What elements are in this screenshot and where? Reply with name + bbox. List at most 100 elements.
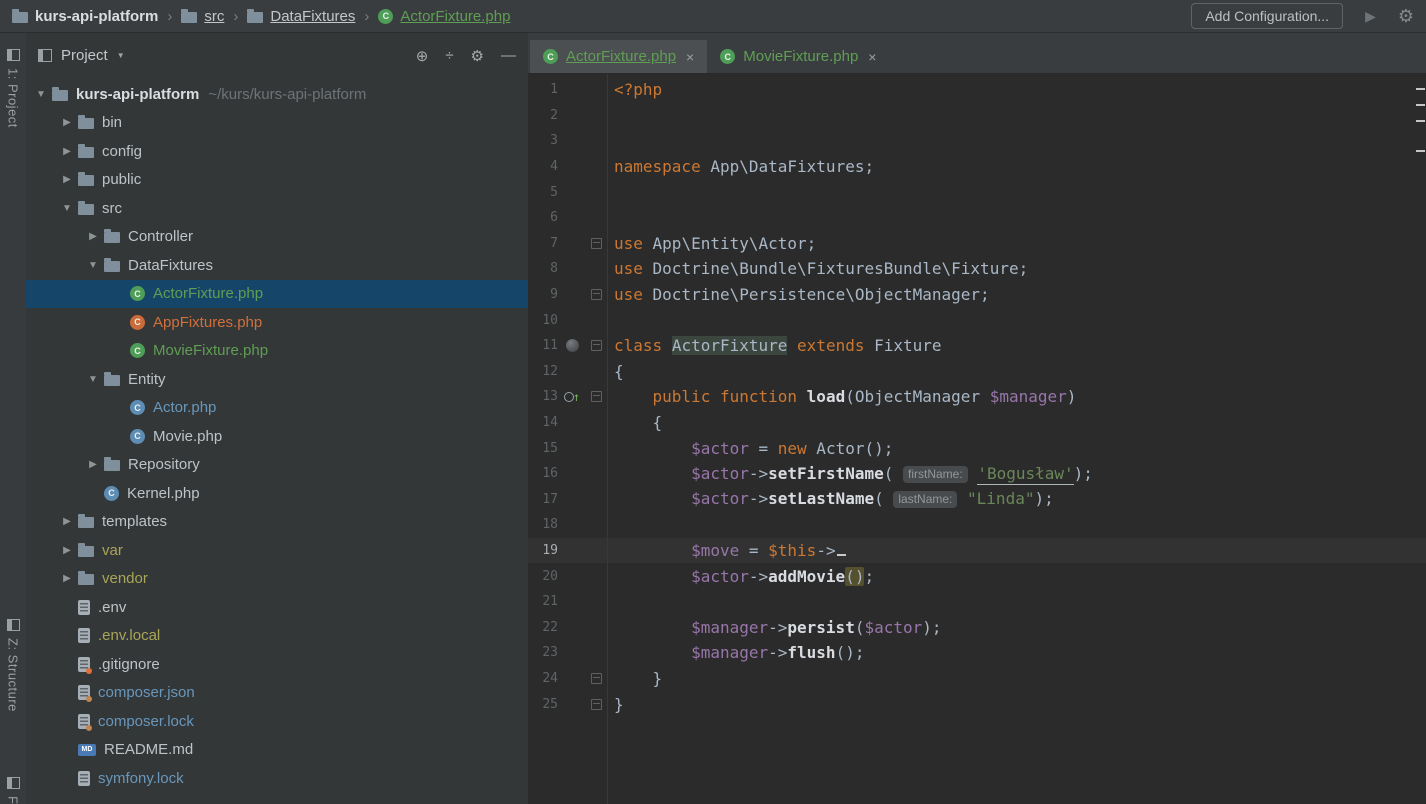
- tree-item[interactable]: ▶vendor: [26, 565, 528, 594]
- panel-settings-icon[interactable]: ⚙: [471, 47, 484, 65]
- expand-arrow[interactable]: ▶: [82, 459, 104, 470]
- tree-item[interactable]: ▶templates: [26, 508, 528, 537]
- class-gutter-icon[interactable]: [565, 338, 580, 353]
- breadcrumb-item[interactable]: CActorFixture.php: [378, 8, 510, 25]
- line-number[interactable]: 5: [528, 185, 558, 200]
- line-number[interactable]: 24: [528, 671, 558, 686]
- chevron-down-icon[interactable]: ▼: [117, 51, 125, 60]
- line-number[interactable]: 15: [528, 441, 558, 456]
- line-number[interactable]: 9: [528, 287, 558, 302]
- favorites-toolwindow-button[interactable]: Favorites: [0, 777, 26, 804]
- line-number[interactable]: 12: [528, 364, 558, 379]
- code-line[interactable]: 5: [528, 179, 1426, 205]
- breadcrumb-item[interactable]: kurs-api-platform: [12, 8, 158, 25]
- fold-marker-icon[interactable]: [591, 238, 602, 249]
- line-number[interactable]: 11: [528, 338, 558, 353]
- tree-item[interactable]: ▶public: [26, 166, 528, 195]
- tree-item[interactable]: CAppFixtures.php: [26, 308, 528, 337]
- line-number[interactable]: 10: [528, 313, 558, 328]
- code-line[interactable]: 20 $actor->addMovie();: [528, 563, 1426, 589]
- close-icon[interactable]: ×: [868, 49, 876, 65]
- line-number[interactable]: 8: [528, 261, 558, 276]
- tree-item[interactable]: CActor.php: [26, 394, 528, 423]
- line-number[interactable]: 1: [528, 82, 558, 97]
- expand-arrow[interactable]: ▶: [56, 573, 78, 584]
- expand-arrow[interactable]: ▶: [82, 231, 104, 242]
- line-number[interactable]: 2: [528, 108, 558, 123]
- tree-item[interactable]: ▼kurs-api-platform~/kurs/kurs-api-platfo…: [26, 80, 528, 109]
- hide-panel-icon[interactable]: —: [501, 47, 516, 65]
- tree-item[interactable]: ▼src: [26, 194, 528, 223]
- panel-title[interactable]: Project: [61, 47, 108, 64]
- fold-marker-icon[interactable]: [591, 391, 602, 402]
- expand-arrow[interactable]: ▼: [56, 203, 78, 214]
- expand-arrow[interactable]: ▶: [56, 117, 78, 128]
- line-number[interactable]: 6: [528, 210, 558, 225]
- breadcrumb-item[interactable]: src: [181, 8, 224, 25]
- tree-item[interactable]: composer.json: [26, 679, 528, 708]
- line-number[interactable]: 23: [528, 645, 558, 660]
- code-line[interactable]: 16 $actor->setFirstName( firstName: 'Bog…: [528, 461, 1426, 487]
- code-line[interactable]: 23 $manager->flush();: [528, 640, 1426, 666]
- tree-item[interactable]: ▶Repository: [26, 451, 528, 480]
- line-number[interactable]: 20: [528, 569, 558, 584]
- override-gutter-icon[interactable]: ↑: [564, 391, 580, 403]
- add-configuration-button[interactable]: Add Configuration...: [1191, 3, 1343, 29]
- project-toolwindow-button[interactable]: 1: Project: [0, 49, 26, 128]
- expand-arrow[interactable]: ▶: [56, 545, 78, 556]
- tree-item[interactable]: ▶config: [26, 137, 528, 166]
- tree-item[interactable]: CKernel.php: [26, 479, 528, 508]
- line-number[interactable]: 3: [528, 133, 558, 148]
- code-line[interactable]: 21: [528, 589, 1426, 615]
- code-line[interactable]: 9use Doctrine\Persistence\ObjectManager;: [528, 282, 1426, 308]
- line-number[interactable]: 22: [528, 620, 558, 635]
- line-number[interactable]: 25: [528, 697, 558, 712]
- tree-item[interactable]: ▶Controller: [26, 223, 528, 252]
- fold-marker-icon[interactable]: [591, 340, 602, 351]
- close-icon[interactable]: ×: [686, 49, 694, 65]
- code-line[interactable]: 3: [528, 128, 1426, 154]
- line-number[interactable]: 13: [528, 389, 558, 404]
- line-number[interactable]: 17: [528, 492, 558, 507]
- fold-marker-icon[interactable]: [591, 699, 602, 710]
- code-line[interactable]: 24 }: [528, 666, 1426, 692]
- code-line[interactable]: 19 $move = $this->: [528, 538, 1426, 564]
- expand-arrow[interactable]: ▶: [56, 516, 78, 527]
- line-number[interactable]: 4: [528, 159, 558, 174]
- expand-arrow[interactable]: ▼: [82, 260, 104, 271]
- code-line[interactable]: 15 $actor = new Actor();: [528, 435, 1426, 461]
- tree-item[interactable]: CMovie.php: [26, 422, 528, 451]
- code-line[interactable]: 25}: [528, 691, 1426, 717]
- code-line[interactable]: 18: [528, 512, 1426, 538]
- tree-item[interactable]: composer.lock: [26, 707, 528, 736]
- editor-tab[interactable]: CActorFixture.php×: [530, 40, 707, 73]
- code-line[interactable]: 2: [528, 103, 1426, 129]
- code-line[interactable]: 4namespace App\DataFixtures;: [528, 154, 1426, 180]
- expand-arrow[interactable]: ▼: [30, 89, 52, 100]
- code-line[interactable]: 17 $actor->setLastName( lastName: "Linda…: [528, 487, 1426, 513]
- code-editor[interactable]: 1<?php234namespace App\DataFixtures;567u…: [528, 74, 1426, 804]
- locate-file-icon[interactable]: ⊕: [416, 47, 429, 65]
- tree-item[interactable]: ▶bin: [26, 109, 528, 138]
- code-line[interactable]: 10: [528, 307, 1426, 333]
- structure-toolwindow-button[interactable]: Z: Structure: [0, 619, 26, 712]
- code-line[interactable]: 1<?php: [528, 77, 1426, 103]
- tree-item[interactable]: .env.local: [26, 622, 528, 651]
- line-number[interactable]: 14: [528, 415, 558, 430]
- code-line[interactable]: 12{: [528, 359, 1426, 385]
- tree-item[interactable]: ▼Entity: [26, 365, 528, 394]
- run-icon[interactable]: ▶: [1365, 8, 1376, 25]
- code-line[interactable]: 7use App\Entity\Actor;: [528, 231, 1426, 257]
- tree-item[interactable]: CMovieFixture.php: [26, 337, 528, 366]
- code-line[interactable]: 22 $manager->persist($actor);: [528, 614, 1426, 640]
- code-line[interactable]: 8use Doctrine\Bundle\FixturesBundle\Fixt…: [528, 256, 1426, 282]
- tree-item[interactable]: .env: [26, 593, 528, 622]
- line-number[interactable]: 16: [528, 466, 558, 481]
- line-number[interactable]: 19: [528, 543, 558, 558]
- editor-tab[interactable]: CMovieFixture.php×: [707, 40, 889, 73]
- tree-item[interactable]: ▼DataFixtures: [26, 251, 528, 280]
- line-number[interactable]: 21: [528, 594, 558, 609]
- tree-item[interactable]: symfony.lock: [26, 764, 528, 793]
- line-number[interactable]: 7: [528, 236, 558, 251]
- breadcrumb-item[interactable]: DataFixtures: [247, 8, 355, 25]
